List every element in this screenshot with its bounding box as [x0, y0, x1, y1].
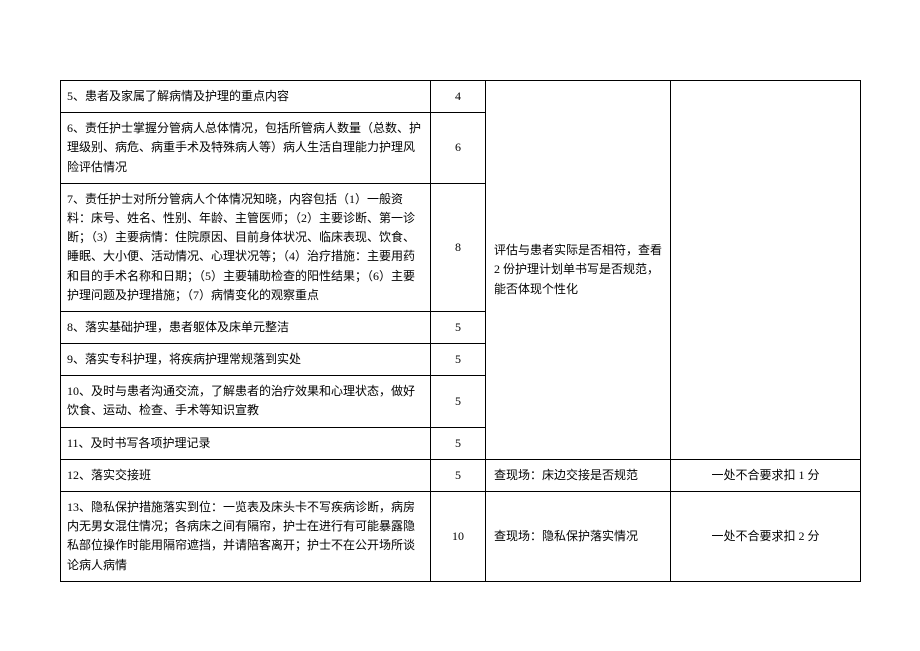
cell-item: 11、及时书写各项护理记录	[61, 427, 431, 459]
cell-item: 10、及时与患者沟通交流，了解患者的治疗效果和心理状态，做好饮食、运动、检查、手…	[61, 376, 431, 427]
cell-method: 查现场：隐私保护落实情况	[486, 492, 671, 582]
cell-score: 5	[431, 427, 486, 459]
cell-score: 8	[431, 183, 486, 311]
table-row: 5、患者及家属了解病情及护理的重点内容 4 评估与患者实际是否相符，查看 2 份…	[61, 81, 861, 113]
cell-item: 13、隐私保护措施落实到位：一览表及床头卡不写疾病诊断，病房内无男女混住情况；各…	[61, 492, 431, 582]
table-row: 13、隐私保护措施落实到位：一览表及床头卡不写疾病诊断，病房内无男女混住情况；各…	[61, 492, 861, 582]
cell-item: 6、责任护士掌握分管病人总体情况，包括所管病人数量（总数、护理级别、病危、病重手…	[61, 113, 431, 184]
document-page: 5、患者及家属了解病情及护理的重点内容 4 评估与患者实际是否相符，查看 2 份…	[0, 0, 920, 651]
cell-score: 5	[431, 311, 486, 343]
cell-score: 5	[431, 376, 486, 427]
cell-deduct: 一处不合要求扣 1 分	[671, 459, 861, 491]
cell-score: 10	[431, 492, 486, 582]
cell-item: 7、责任护士对所分管病人个体情况知晓，内容包括（1）一般资料：床号、姓名、性别、…	[61, 183, 431, 311]
evaluation-table: 5、患者及家属了解病情及护理的重点内容 4 评估与患者实际是否相符，查看 2 份…	[60, 80, 861, 582]
cell-item: 12、落实交接班	[61, 459, 431, 491]
cell-score: 6	[431, 113, 486, 184]
cell-score: 5	[431, 344, 486, 376]
cell-score: 4	[431, 81, 486, 113]
cell-deduct: 一处不合要求扣 2 分	[671, 492, 861, 582]
cell-method: 查现场：床边交接是否规范	[486, 459, 671, 491]
table-row: 12、落实交接班 5 查现场：床边交接是否规范 一处不合要求扣 1 分	[61, 459, 861, 491]
cell-score: 5	[431, 459, 486, 491]
cell-item: 9、落实专科护理，将疾病护理常规落到实处	[61, 344, 431, 376]
cell-item: 5、患者及家属了解病情及护理的重点内容	[61, 81, 431, 113]
cell-item: 8、落实基础护理，患者躯体及床单元整洁	[61, 311, 431, 343]
cell-method-merged: 评估与患者实际是否相符，查看 2 份护理计划单书写是否规范，能否体现个性化	[486, 81, 671, 460]
cell-deduct-merged	[671, 81, 861, 460]
